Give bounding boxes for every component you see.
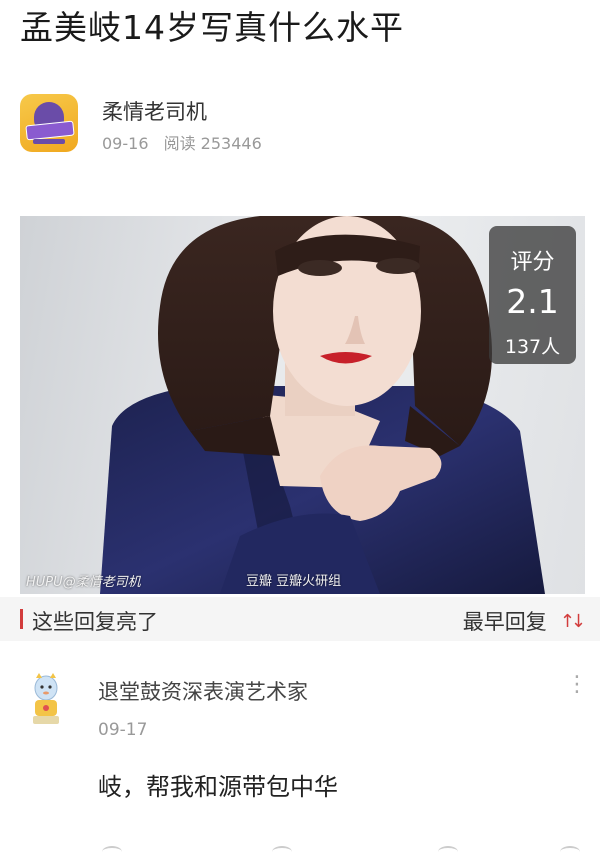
author-name[interactable]: 柔情老司机 (102, 96, 207, 126)
sort-arrows-icon[interactable]: ↑↓ (560, 611, 586, 632)
author-row[interactable]: 柔情老司机 09-16 阅读 253446 (20, 94, 580, 154)
post-meta: 09-16 阅读 253446 (102, 130, 272, 154)
score-label: 评分 (510, 250, 555, 275)
score-value: 2.1 (506, 282, 559, 321)
photo-watermark-douban: 豆瓣 豆瓣火研组 (246, 574, 342, 589)
reply-date: 09-17 (98, 720, 148, 740)
more-options-icon[interactable]: ⋮ (566, 674, 588, 696)
score-badge[interactable]: 评分 2.1 137人 (489, 226, 576, 364)
reply-avatar[interactable] (26, 672, 66, 728)
reply-username[interactable]: 退堂鼓资深表演艺术家 (98, 676, 308, 706)
score-count: 137人 (504, 336, 561, 358)
section-marker (20, 609, 23, 629)
post-photo[interactable]: 评分 2.1 137人 HUPU@柔情老司机 豆瓣 豆瓣火研组 (20, 216, 585, 594)
post-reads: 阅读 253446 (163, 134, 262, 153)
sort-label[interactable]: 最早回复 (463, 610, 547, 634)
replies-section-title: 这些回复亮了 (32, 610, 158, 634)
author-avatar[interactable] (20, 94, 78, 152)
photo-watermark: HUPU@柔情老司机 (26, 575, 141, 590)
sort-toggle[interactable]: 最早回复 ↑↓ (463, 606, 586, 634)
post-title: 孟美岐14岁写真什么水平 (20, 8, 404, 47)
reply-item: 退堂鼓资深表演艺术家 ⋮ 09-17 岐，帮我和源带包中华 (0, 660, 600, 853)
reply-text: 岐，帮我和源带包中华 (98, 773, 338, 801)
cut-off-toolbar (0, 846, 600, 856)
replies-header: 这些回复亮了 最早回复 ↑↓ (0, 597, 600, 641)
post-date: 09-16 (102, 134, 149, 153)
